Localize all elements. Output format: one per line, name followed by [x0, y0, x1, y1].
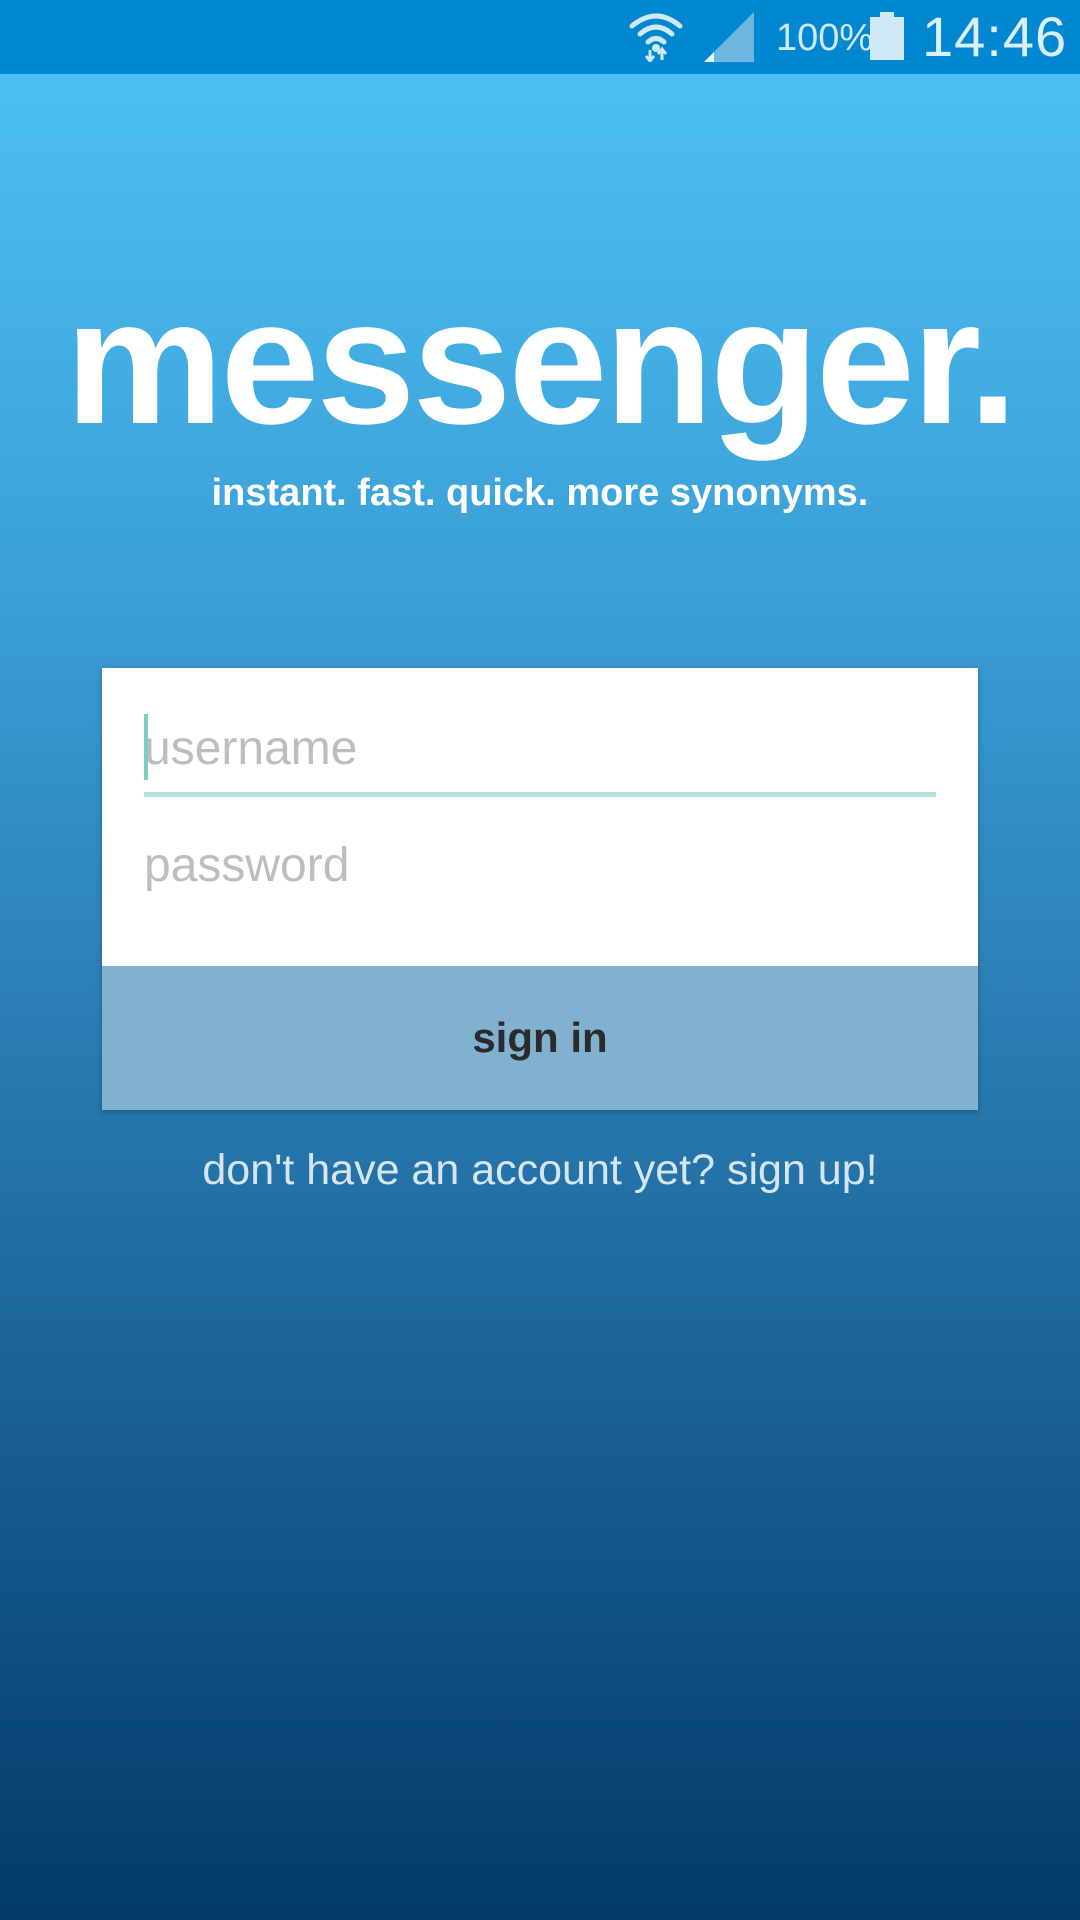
username-input[interactable] [144, 704, 936, 792]
status-bar: 100% 14:46 [0, 0, 1080, 74]
clock: 14:46 [922, 5, 1068, 68]
password-input[interactable] [144, 820, 936, 910]
battery-icon [870, 12, 904, 60]
app-title: messenger. [65, 262, 1018, 461]
app-tagline: instant. fast. quick. more synonyms. [211, 472, 869, 514]
login-card: sign in [102, 668, 978, 1110]
cell-signal-icon [704, 12, 754, 62]
input-panel [102, 668, 978, 966]
text-cursor [144, 714, 148, 780]
username-field-wrapper [144, 704, 936, 797]
battery-percent: 100% [776, 17, 874, 59]
sign-up-link[interactable]: don't have an account yet? sign up! [0, 1144, 1080, 1196]
sign-in-button[interactable]: sign in [102, 966, 978, 1110]
wifi-icon [629, 13, 683, 62]
login-screen: 100% 14:46 messenger. instant. fast. qui… [0, 0, 1080, 1920]
